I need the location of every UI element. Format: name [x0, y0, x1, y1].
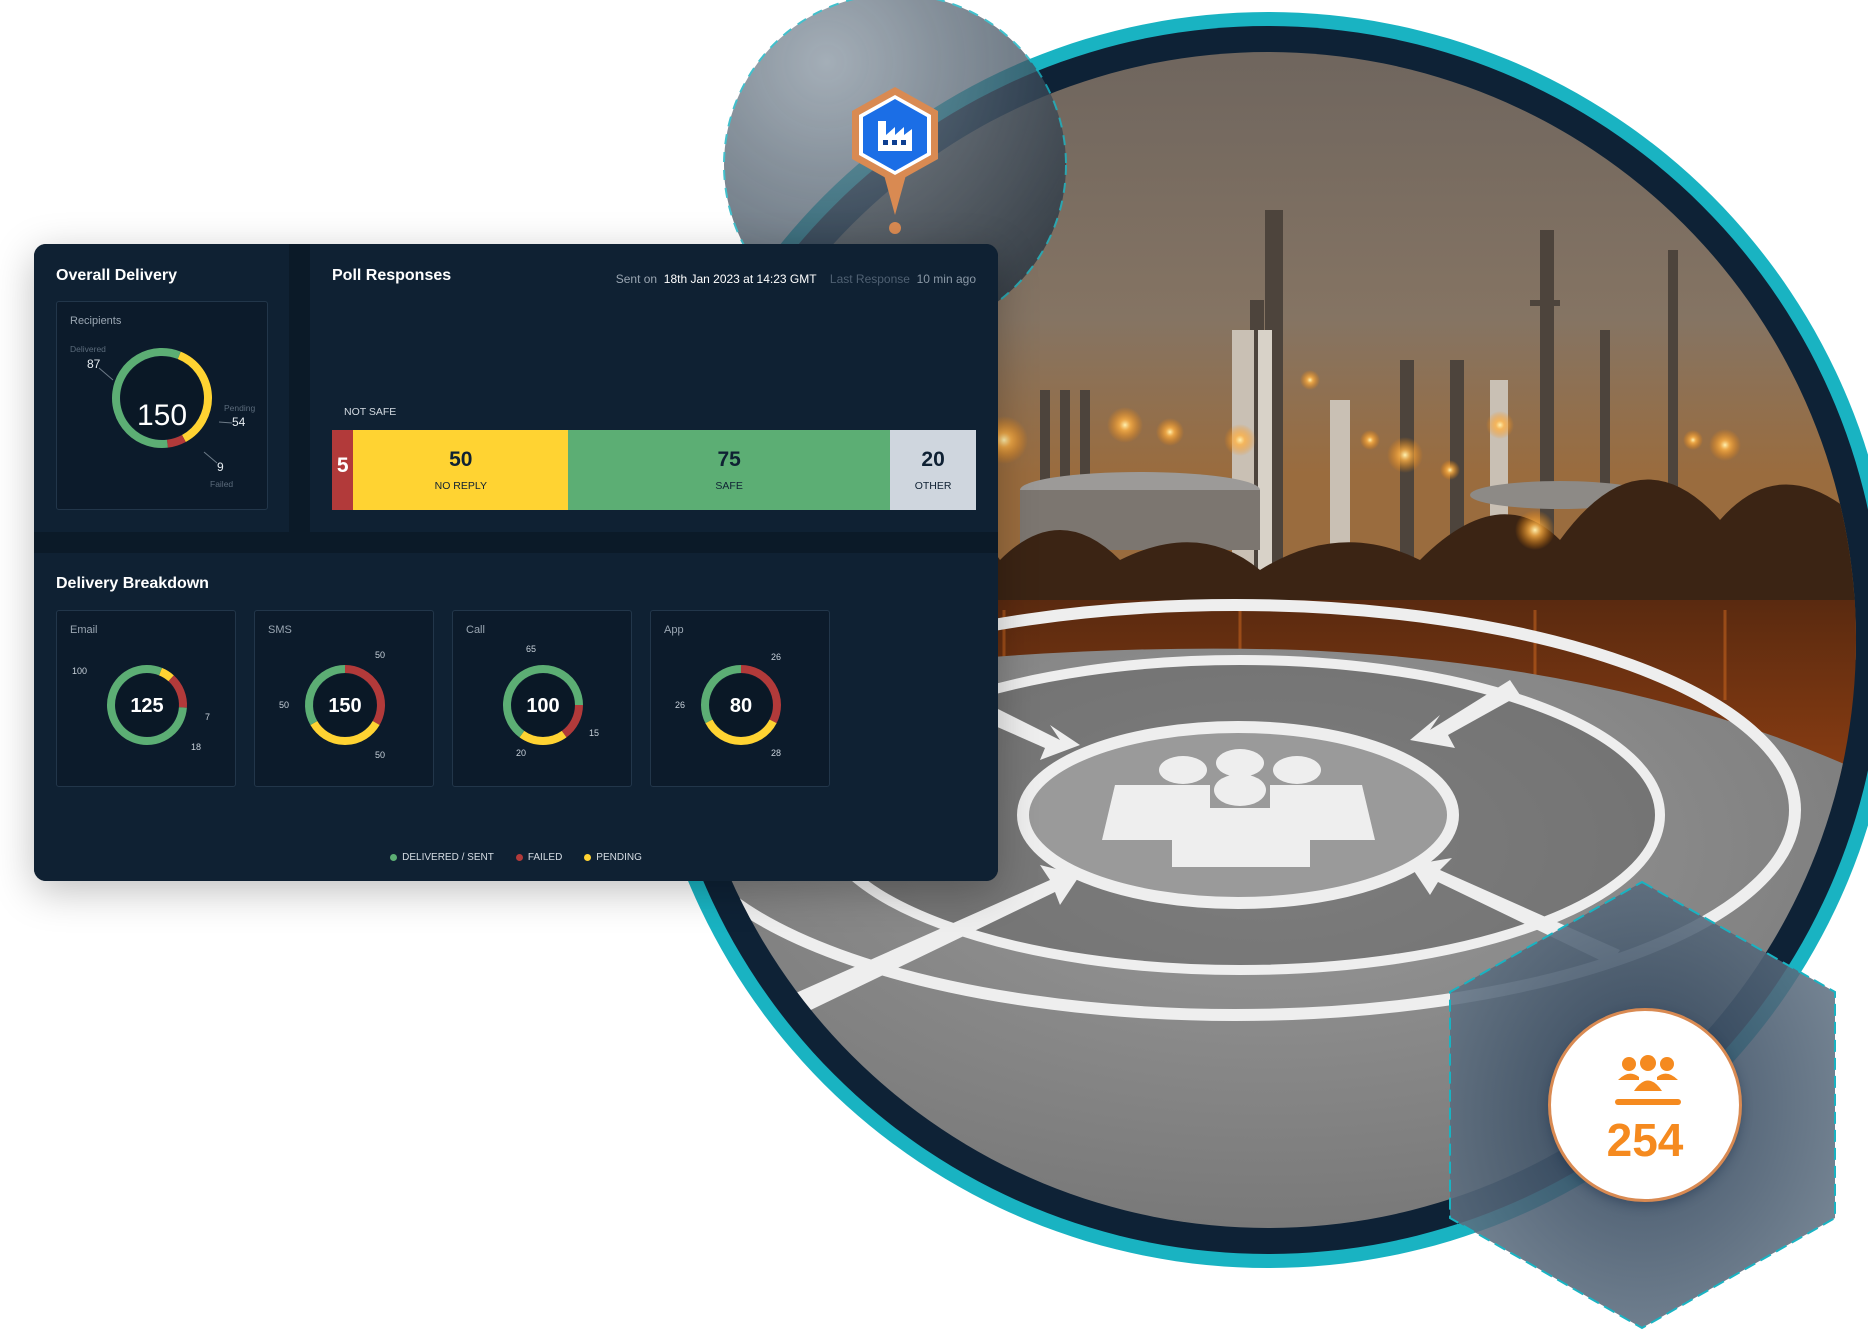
safe-count: 75: [717, 448, 741, 471]
location-pin[interactable]: [848, 85, 942, 237]
channel-email-delivered-value: 100: [72, 666, 87, 676]
other-label: OTHER: [914, 480, 952, 492]
poll-meta: Sent on 18th Jan 2023 at 14:23 GMT Last …: [616, 272, 976, 286]
channel-donut-chart-sms: 50 50 50 150: [279, 650, 385, 760]
delivered-caption: Delivered: [70, 344, 106, 354]
dashboard-panel: Overall Delivery Recipients Delivered 87…: [34, 244, 998, 881]
sent-on-label: Sent on: [615, 272, 658, 286]
channel-card-email: Email 100 7 18 125: [56, 610, 236, 787]
legend-pending-label: PENDING: [596, 852, 642, 863]
legend-delivered-swatch: [390, 854, 398, 861]
recipients-donut-slice-failed[interactable]: [166, 434, 186, 448]
channel-sms-total: 150: [328, 695, 361, 717]
channel-sms-delivered-value: 50: [279, 700, 289, 710]
recipients-card: Recipients Delivered 87 Pending 54 9 Fai…: [56, 301, 268, 510]
channel-email-slice-pending[interactable]: [158, 667, 174, 682]
legend-delivered: DELIVERED / SENT: [390, 852, 494, 863]
channel-email-total: 125: [130, 695, 163, 717]
channel-app-total: 80: [730, 695, 752, 717]
group-icon: [1615, 1055, 1681, 1105]
poll-segment-other[interactable]: 20 OTHER: [890, 430, 976, 510]
poll-responses-section: Poll Responses Sent on 18th Jan 2023 at …: [310, 244, 998, 532]
poll-response-bar: 5 50 NO REPLY 75 SAFE 20 OTHER: [332, 430, 976, 510]
legend-failed: FAILED: [515, 852, 563, 863]
channel-card-sms: SMS 50 50 50 150: [254, 610, 434, 787]
recipients-donut-chart: Delivered 87 Pending 54 9 Failed 150: [70, 344, 255, 489]
overall-delivery-title: Overall Delivery: [56, 267, 177, 284]
channel-donut-chart-call: 65 15 20 100: [503, 644, 599, 758]
legend-pending-swatch: [584, 854, 592, 861]
channel-email-failed-value: 18: [191, 742, 201, 752]
channel-donut-chart-app: 26 28 26 80: [675, 652, 781, 758]
channel-call-failed-value: 15: [589, 728, 599, 738]
legend-pending: PENDING: [584, 852, 642, 863]
channel-call-total: 100: [526, 695, 559, 717]
chart-legend: DELIVERED / SENT FAILED PENDING: [34, 852, 998, 863]
legend-delivered-label: DELIVERED / SENT: [402, 852, 494, 863]
failed-caption: Failed: [210, 479, 233, 489]
not-safe-count: 5: [336, 454, 349, 477]
pending-value: 54: [232, 415, 246, 429]
pending-caption: Pending: [224, 403, 255, 413]
channel-card-app: App 26 28 26 80: [650, 610, 830, 787]
channel-sms-failed-value: 50: [375, 650, 385, 660]
last-response-label: Last Response: [829, 272, 910, 286]
delivered-value: 87: [87, 357, 101, 371]
no-reply-count: 50: [449, 448, 473, 471]
delivery-breakdown-section: Delivery Breakdown Email 100 7 18 125 SMS 50 50…: [34, 553, 998, 881]
sent-on-value: 18th Jan 2023 at 14:23 GMT: [663, 272, 817, 286]
channel-app-failed-value: 26: [771, 652, 781, 662]
poll-segment-safe[interactable]: 75 SAFE: [568, 430, 891, 510]
recipient-count-badge: 254: [1548, 1008, 1742, 1202]
recipient-count: 254: [1606, 1114, 1684, 1166]
failed-value: 9: [217, 460, 224, 474]
channel-email-pending-value: 7: [205, 712, 210, 722]
channel-donut-chart-email: 100 7 18 125: [72, 665, 210, 752]
delivery-breakdown-title: Delivery Breakdown: [56, 575, 209, 592]
overall-delivery-section: Overall Delivery Recipients Delivered 87…: [34, 244, 289, 532]
poll-segment-no-reply[interactable]: 50 NO REPLY: [353, 430, 569, 510]
other-count: 20: [921, 448, 945, 471]
legend-failed-swatch: [515, 854, 523, 861]
poll-segment-not-safe[interactable]: 5: [332, 430, 354, 510]
channel-call-delivered-value: 65: [526, 644, 536, 654]
channel-app-delivered-value: 26: [675, 700, 685, 710]
channel-sms-pending-value: 50: [375, 750, 385, 760]
poll-responses-title: Poll Responses: [332, 267, 452, 284]
recipients-total: 150: [137, 399, 187, 432]
channel-app-pending-value: 28: [771, 748, 781, 758]
no-reply-label: NO REPLY: [434, 480, 487, 492]
channel-call-pending-value: 20: [516, 748, 526, 758]
safe-label: SAFE: [715, 480, 743, 492]
channel-card-call: Call 65 15 20 100: [452, 610, 632, 787]
legend-failed-label: FAILED: [527, 852, 563, 863]
not-safe-label: NOT SAFE: [344, 406, 397, 418]
last-response-value: 10 min ago: [916, 272, 976, 286]
